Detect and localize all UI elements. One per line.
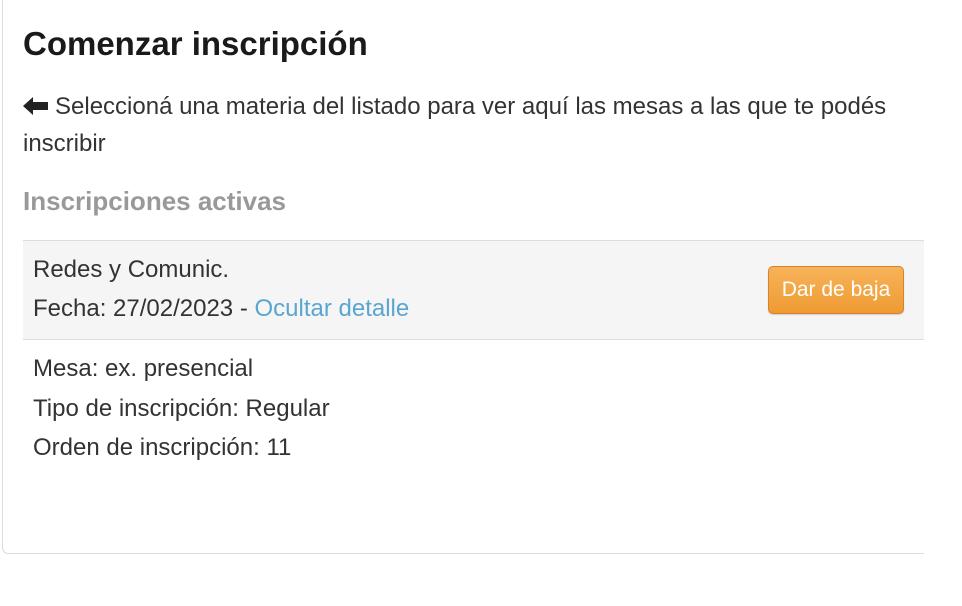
unsubscribe-button[interactable]: Dar de baja — [768, 266, 904, 314]
instructions-label: Seleccioná una materia del listado para … — [23, 93, 887, 157]
active-enrollments-title: Inscripciones activas — [23, 186, 287, 216]
toggle-details-link[interactable]: Ocultar detalle — [254, 295, 409, 322]
detail-orden-inscripcion: Orden de inscripción: 11 — [33, 434, 292, 461]
enrollment-item: Redes y Comunic. Fecha: 27/02/2023 - Ocu… — [23, 240, 924, 340]
date-text: Fecha: 27/02/2023 - — [33, 295, 255, 322]
page-title: Comenzar inscripción — [23, 25, 368, 62]
instructions-text: Seleccioná una materia del listado para … — [23, 88, 913, 162]
subject-name: Redes y Comunic. — [33, 256, 230, 283]
detail-mesa: Mesa: ex. presencial — [33, 355, 254, 382]
arrow-left-icon — [23, 97, 48, 115]
enrollment-date: Fecha: 27/02/2023 - Ocultar detalle — [33, 293, 409, 325]
detail-tipo-inscripcion: Tipo de inscripción: Regular — [33, 394, 330, 422]
enrollment-details: Mesa: ex. presencial Tipo de inscripción… — [33, 349, 330, 468]
